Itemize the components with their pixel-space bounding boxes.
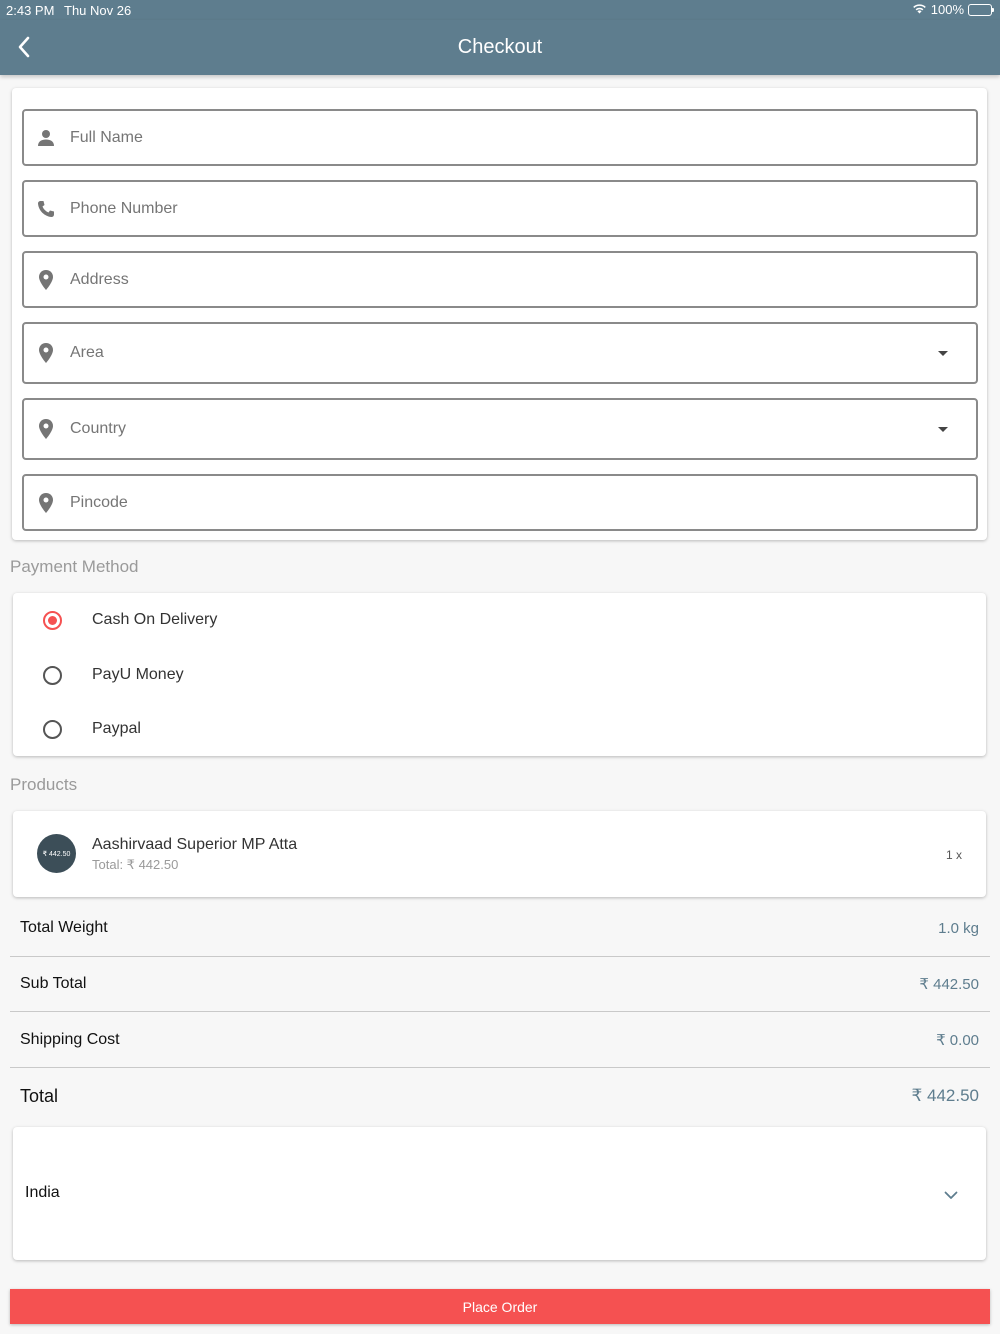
page-title: Checkout	[457, 36, 543, 58]
total-weight-label: Total Weight	[20, 919, 108, 936]
total-value: ₹ 442.50	[911, 1086, 979, 1105]
full-name-placeholder: Full Name	[70, 128, 143, 146]
place-order-button[interactable]: Place Order	[10, 1289, 990, 1324]
product-price-badge: ₹ 442.50	[37, 834, 76, 873]
shipping-cost-row: Shipping Cost ₹ 0.00	[10, 1023, 990, 1057]
chevron-down-icon	[944, 1187, 958, 1205]
pincode-field[interactable]: Pincode	[22, 474, 978, 531]
radio-button[interactable]	[43, 610, 62, 630]
payment-option-paypal[interactable]: Paypal	[13, 709, 986, 749]
product-name: Aashirvaad Superior MP Atta	[92, 836, 298, 853]
payment-method-card: Cash On Delivery PayU Money Paypal	[13, 593, 986, 756]
battery-percent: 100%	[930, 2, 964, 17]
country-field-select[interactable]: Country	[22, 398, 978, 460]
country-dropdown[interactable]: India	[13, 1127, 986, 1260]
country-placeholder: Country	[70, 420, 127, 437]
status-date: Thu Nov 26	[64, 3, 132, 18]
dropdown-arrow-icon	[938, 426, 948, 432]
product-list-item[interactable]: ₹ 442.50 Aashirvaad Superior MP Atta Tot…	[13, 811, 986, 897]
status-bar: 2:43 PM Thu Nov 26 100%	[0, 0, 1000, 20]
address-placeholder: Address	[70, 270, 129, 288]
divider	[10, 956, 990, 957]
location-pin-icon	[24, 343, 68, 363]
shipping-cost-value: ₹ 0.00	[936, 1032, 979, 1049]
product-total: Total: ₹ 442.50	[92, 857, 179, 872]
address-field[interactable]: Address	[22, 251, 978, 308]
sub-total-row: Sub Total ₹ 442.50	[10, 967, 990, 1001]
payment-method-label: Payment Method	[10, 557, 139, 576]
total-weight-row: Total Weight 1.0 kg	[10, 911, 990, 945]
location-pin-icon	[24, 269, 68, 290]
total-label: Total	[20, 1085, 59, 1106]
total-weight-value: 1.0 kg	[938, 919, 979, 937]
location-pin-icon	[24, 419, 68, 439]
area-select[interactable]: Area	[22, 322, 978, 384]
products-label: Products	[10, 775, 78, 794]
payment-option-payu-money[interactable]: PayU Money	[13, 655, 986, 695]
payment-option-label: PayU Money	[92, 666, 184, 683]
wifi-icon	[912, 2, 927, 17]
payment-option-label: Paypal	[92, 720, 141, 737]
dropdown-arrow-icon	[938, 350, 948, 356]
divider	[10, 1067, 990, 1068]
sub-total-label: Sub Total	[20, 975, 87, 992]
app-bar: Checkout	[0, 20, 1000, 75]
battery-icon	[968, 3, 994, 16]
divider	[10, 1011, 990, 1012]
payment-option-label: Cash On Delivery	[92, 611, 218, 628]
status-right: 100%	[912, 2, 994, 17]
person-icon	[24, 129, 68, 147]
full-name-field[interactable]: Full Name	[22, 109, 978, 166]
phone-number-placeholder: Phone Number	[70, 199, 178, 217]
area-placeholder: Area	[70, 344, 104, 361]
sub-total-value: ₹ 442.50	[919, 976, 979, 993]
location-pin-icon	[24, 492, 68, 513]
radio-button[interactable]	[43, 719, 62, 739]
status-time: 2:43 PM	[6, 3, 55, 18]
radio-button[interactable]	[43, 665, 62, 685]
total-row: Total ₹ 442.50	[10, 1078, 990, 1114]
payment-option-cash-on-delivery[interactable]: Cash On Delivery	[13, 600, 986, 640]
country-dropdown-value: India	[25, 1184, 60, 1201]
shipping-cost-label: Shipping Cost	[20, 1031, 120, 1048]
product-quantity: 1 x	[945, 848, 962, 862]
address-form-card: Full Name Phone Number Address Area Coun…	[12, 88, 987, 540]
phone-icon	[24, 200, 68, 218]
phone-number-field[interactable]: Phone Number	[22, 180, 978, 237]
pincode-placeholder: Pincode	[70, 493, 128, 511]
